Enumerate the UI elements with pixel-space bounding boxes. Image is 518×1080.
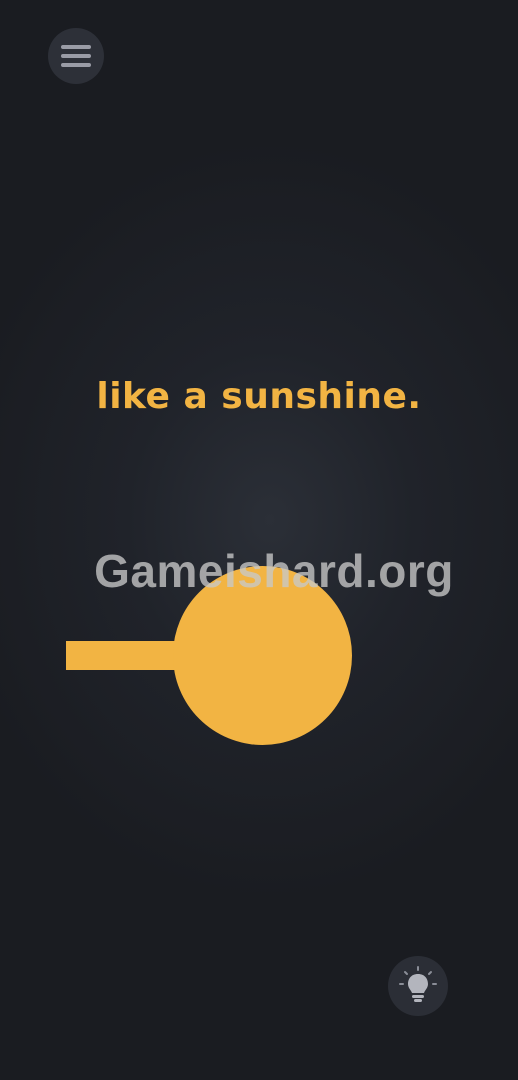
menu-button[interactable] <box>48 28 104 84</box>
hamburger-menu-icon <box>61 45 91 67</box>
lightbulb-icon <box>399 966 437 1002</box>
hint-button[interactable] <box>388 956 448 1016</box>
level-phrase: like a sunshine. <box>96 376 422 417</box>
watermark-text: Gameishard.org <box>94 545 454 597</box>
game-screen: like a sunshine. Gameishard.org <box>0 0 518 1080</box>
